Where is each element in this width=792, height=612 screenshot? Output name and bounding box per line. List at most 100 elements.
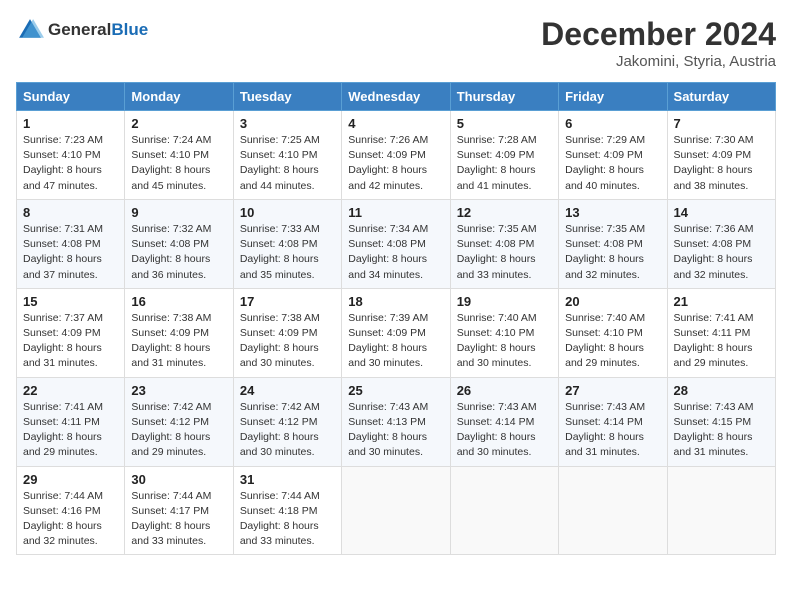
calendar-cell: 26 Sunrise: 7:43 AM Sunset: 4:14 PM Dayl…	[450, 377, 558, 466]
day-info: Sunrise: 7:25 AM Sunset: 4:10 PM Dayligh…	[240, 133, 335, 194]
day-info: Sunrise: 7:34 AM Sunset: 4:08 PM Dayligh…	[348, 222, 443, 283]
calendar-table: SundayMondayTuesdayWednesdayThursdayFrid…	[16, 82, 776, 555]
day-number: 7	[674, 116, 769, 131]
day-number: 16	[131, 294, 226, 309]
day-number: 28	[674, 383, 769, 398]
calendar-cell: 20 Sunrise: 7:40 AM Sunset: 4:10 PM Dayl…	[559, 288, 667, 377]
day-info: Sunrise: 7:33 AM Sunset: 4:08 PM Dayligh…	[240, 222, 335, 283]
day-number: 21	[674, 294, 769, 309]
day-info: Sunrise: 7:31 AM Sunset: 4:08 PM Dayligh…	[23, 222, 118, 283]
col-header-saturday: Saturday	[667, 83, 775, 111]
day-info: Sunrise: 7:38 AM Sunset: 4:09 PM Dayligh…	[131, 311, 226, 372]
col-header-sunday: Sunday	[17, 83, 125, 111]
day-number: 19	[457, 294, 552, 309]
week-row-1: 1 Sunrise: 7:23 AM Sunset: 4:10 PM Dayli…	[17, 111, 776, 200]
calendar-cell: 7 Sunrise: 7:30 AM Sunset: 4:09 PM Dayli…	[667, 111, 775, 200]
calendar-header-row: SundayMondayTuesdayWednesdayThursdayFrid…	[17, 83, 776, 111]
calendar-cell: 31 Sunrise: 7:44 AM Sunset: 4:18 PM Dayl…	[233, 466, 341, 555]
day-number: 5	[457, 116, 552, 131]
col-header-friday: Friday	[559, 83, 667, 111]
page-header: GeneralBlue December 2024 Jakomini, Styr…	[16, 16, 776, 70]
day-number: 13	[565, 205, 660, 220]
calendar-cell: 4 Sunrise: 7:26 AM Sunset: 4:09 PM Dayli…	[342, 111, 450, 200]
day-number: 12	[457, 205, 552, 220]
day-info: Sunrise: 7:23 AM Sunset: 4:10 PM Dayligh…	[23, 133, 118, 194]
day-info: Sunrise: 7:36 AM Sunset: 4:08 PM Dayligh…	[674, 222, 769, 283]
day-info: Sunrise: 7:43 AM Sunset: 4:14 PM Dayligh…	[565, 400, 660, 461]
day-number: 23	[131, 383, 226, 398]
day-info: Sunrise: 7:40 AM Sunset: 4:10 PM Dayligh…	[457, 311, 552, 372]
calendar-cell: 22 Sunrise: 7:41 AM Sunset: 4:11 PM Dayl…	[17, 377, 125, 466]
calendar-cell	[559, 466, 667, 555]
day-number: 8	[23, 205, 118, 220]
col-header-tuesday: Tuesday	[233, 83, 341, 111]
day-info: Sunrise: 7:43 AM Sunset: 4:15 PM Dayligh…	[674, 400, 769, 461]
day-info: Sunrise: 7:26 AM Sunset: 4:09 PM Dayligh…	[348, 133, 443, 194]
calendar-cell: 28 Sunrise: 7:43 AM Sunset: 4:15 PM Dayl…	[667, 377, 775, 466]
calendar-cell: 2 Sunrise: 7:24 AM Sunset: 4:10 PM Dayli…	[125, 111, 233, 200]
calendar-cell: 27 Sunrise: 7:43 AM Sunset: 4:14 PM Dayl…	[559, 377, 667, 466]
month-title: December 2024	[541, 16, 776, 53]
calendar-cell: 30 Sunrise: 7:44 AM Sunset: 4:17 PM Dayl…	[125, 466, 233, 555]
week-row-3: 15 Sunrise: 7:37 AM Sunset: 4:09 PM Dayl…	[17, 288, 776, 377]
day-info: Sunrise: 7:40 AM Sunset: 4:10 PM Dayligh…	[565, 311, 660, 372]
day-number: 1	[23, 116, 118, 131]
day-info: Sunrise: 7:24 AM Sunset: 4:10 PM Dayligh…	[131, 133, 226, 194]
day-info: Sunrise: 7:39 AM Sunset: 4:09 PM Dayligh…	[348, 311, 443, 372]
logo: GeneralBlue	[16, 16, 148, 44]
day-number: 18	[348, 294, 443, 309]
week-row-5: 29 Sunrise: 7:44 AM Sunset: 4:16 PM Dayl…	[17, 466, 776, 555]
day-number: 30	[131, 472, 226, 487]
day-number: 24	[240, 383, 335, 398]
calendar-cell: 25 Sunrise: 7:43 AM Sunset: 4:13 PM Dayl…	[342, 377, 450, 466]
calendar-cell: 1 Sunrise: 7:23 AM Sunset: 4:10 PM Dayli…	[17, 111, 125, 200]
day-info: Sunrise: 7:44 AM Sunset: 4:16 PM Dayligh…	[23, 489, 118, 550]
calendar-cell: 23 Sunrise: 7:42 AM Sunset: 4:12 PM Dayl…	[125, 377, 233, 466]
location-subtitle: Jakomini, Styria, Austria	[541, 53, 776, 70]
calendar-cell	[342, 466, 450, 555]
week-row-4: 22 Sunrise: 7:41 AM Sunset: 4:11 PM Dayl…	[17, 377, 776, 466]
logo-icon	[16, 16, 44, 44]
day-number: 9	[131, 205, 226, 220]
day-number: 29	[23, 472, 118, 487]
day-info: Sunrise: 7:32 AM Sunset: 4:08 PM Dayligh…	[131, 222, 226, 283]
day-info: Sunrise: 7:43 AM Sunset: 4:14 PM Dayligh…	[457, 400, 552, 461]
day-info: Sunrise: 7:37 AM Sunset: 4:09 PM Dayligh…	[23, 311, 118, 372]
calendar-cell: 14 Sunrise: 7:36 AM Sunset: 4:08 PM Dayl…	[667, 199, 775, 288]
calendar-cell: 15 Sunrise: 7:37 AM Sunset: 4:09 PM Dayl…	[17, 288, 125, 377]
day-number: 26	[457, 383, 552, 398]
calendar-cell: 6 Sunrise: 7:29 AM Sunset: 4:09 PM Dayli…	[559, 111, 667, 200]
logo-blue: Blue	[111, 20, 148, 39]
day-info: Sunrise: 7:44 AM Sunset: 4:17 PM Dayligh…	[131, 489, 226, 550]
day-info: Sunrise: 7:42 AM Sunset: 4:12 PM Dayligh…	[131, 400, 226, 461]
day-number: 17	[240, 294, 335, 309]
calendar-cell: 5 Sunrise: 7:28 AM Sunset: 4:09 PM Dayli…	[450, 111, 558, 200]
title-block: December 2024 Jakomini, Styria, Austria	[541, 16, 776, 70]
calendar-cell: 21 Sunrise: 7:41 AM Sunset: 4:11 PM Dayl…	[667, 288, 775, 377]
calendar-cell	[450, 466, 558, 555]
calendar-cell: 9 Sunrise: 7:32 AM Sunset: 4:08 PM Dayli…	[125, 199, 233, 288]
day-number: 11	[348, 205, 443, 220]
calendar-cell: 29 Sunrise: 7:44 AM Sunset: 4:16 PM Dayl…	[17, 466, 125, 555]
day-info: Sunrise: 7:29 AM Sunset: 4:09 PM Dayligh…	[565, 133, 660, 194]
calendar-cell: 8 Sunrise: 7:31 AM Sunset: 4:08 PM Dayli…	[17, 199, 125, 288]
calendar-cell: 12 Sunrise: 7:35 AM Sunset: 4:08 PM Dayl…	[450, 199, 558, 288]
day-number: 27	[565, 383, 660, 398]
day-info: Sunrise: 7:35 AM Sunset: 4:08 PM Dayligh…	[565, 222, 660, 283]
day-info: Sunrise: 7:38 AM Sunset: 4:09 PM Dayligh…	[240, 311, 335, 372]
day-number: 25	[348, 383, 443, 398]
day-info: Sunrise: 7:44 AM Sunset: 4:18 PM Dayligh…	[240, 489, 335, 550]
calendar-cell: 18 Sunrise: 7:39 AM Sunset: 4:09 PM Dayl…	[342, 288, 450, 377]
day-number: 2	[131, 116, 226, 131]
day-number: 31	[240, 472, 335, 487]
day-number: 22	[23, 383, 118, 398]
day-number: 14	[674, 205, 769, 220]
calendar-cell: 19 Sunrise: 7:40 AM Sunset: 4:10 PM Dayl…	[450, 288, 558, 377]
day-number: 3	[240, 116, 335, 131]
calendar-cell: 16 Sunrise: 7:38 AM Sunset: 4:09 PM Dayl…	[125, 288, 233, 377]
day-number: 10	[240, 205, 335, 220]
day-number: 4	[348, 116, 443, 131]
calendar-cell: 11 Sunrise: 7:34 AM Sunset: 4:08 PM Dayl…	[342, 199, 450, 288]
day-info: Sunrise: 7:30 AM Sunset: 4:09 PM Dayligh…	[674, 133, 769, 194]
day-number: 20	[565, 294, 660, 309]
